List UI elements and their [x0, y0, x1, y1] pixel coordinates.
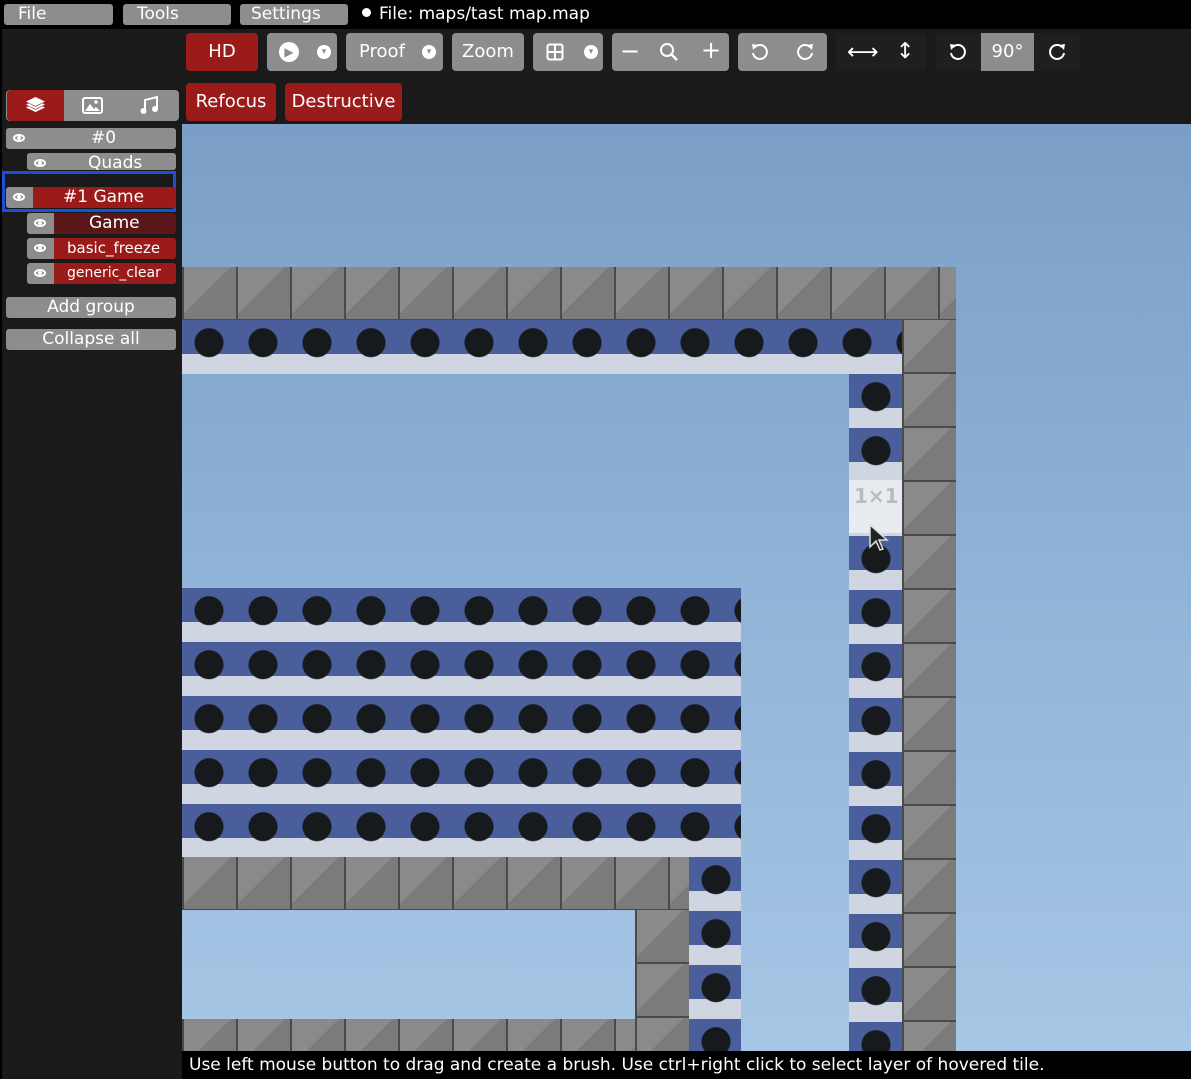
- image-icon: [82, 97, 103, 114]
- unsaved-dot-icon: [362, 7, 371, 17]
- stone-row-top: [182, 267, 956, 320]
- layer-row-quads[interactable]: Quads: [27, 153, 176, 170]
- game-visibility-eye-icon[interactable]: [27, 213, 54, 234]
- stone-column-lower: [635, 910, 689, 1051]
- group-row-0[interactable]: #0: [6, 128, 176, 149]
- mouse-cursor-icon: [869, 523, 889, 551]
- layer-basic-freeze-label: basic_freeze: [67, 239, 161, 257]
- basic-freeze-visibility-eye-icon[interactable]: [27, 238, 54, 259]
- settings-menu-button[interactable]: Settings: [240, 4, 348, 25]
- group-0-label: #0: [91, 128, 117, 148]
- stone-column-right: [902, 320, 956, 1051]
- grid-icon: [546, 43, 564, 61]
- quads-visibility-eye-icon[interactable]: [27, 153, 54, 170]
- freeze-column-lower: [689, 857, 741, 1051]
- rotate-controls: 90°: [936, 33, 1080, 71]
- zoom-out-icon[interactable]: −: [620, 37, 640, 65]
- flip-vertical-icon[interactable]: ↕: [896, 39, 914, 64]
- menu-bar: File Tools Settings File: maps/tast map.…: [0, 0, 1191, 29]
- sidebar: #0 Quads #1 Game Game basic_freeze gener…: [2, 29, 182, 1079]
- layer-row-game[interactable]: Game: [27, 213, 176, 234]
- group-0-visibility-eye-icon[interactable]: [6, 128, 33, 149]
- map-canvas[interactable]: 1×1: [182, 124, 1191, 1051]
- tab-images[interactable]: [64, 90, 121, 121]
- zoom-controls: − +: [612, 33, 729, 71]
- rotation-value[interactable]: 90°: [981, 33, 1034, 71]
- zoom-in-icon[interactable]: +: [701, 36, 721, 64]
- hd-button[interactable]: HD: [186, 33, 258, 71]
- play-icon: ▶: [279, 42, 299, 62]
- layer-row-basic-freeze[interactable]: basic_freeze: [27, 238, 176, 259]
- freeze-row-top: [182, 320, 902, 374]
- status-bar: Use left mouse button to drag and create…: [182, 1051, 1191, 1079]
- hover-size-label: 1×1: [854, 484, 899, 508]
- play-button-group[interactable]: ▶ ▾: [267, 33, 337, 71]
- freeze-column-right: [849, 374, 902, 1051]
- flip-horizontal-icon[interactable]: ⟷: [847, 40, 879, 65]
- tab-layers[interactable]: [7, 90, 64, 121]
- destructive-button[interactable]: Destructive: [285, 83, 402, 121]
- generic-clear-visibility-eye-icon[interactable]: [27, 263, 54, 284]
- proof-button[interactable]: Proof ▾: [346, 33, 443, 71]
- proof-label: Proof: [359, 41, 405, 62]
- collapse-all-button[interactable]: Collapse all: [6, 329, 176, 350]
- tab-sounds[interactable]: [121, 90, 178, 121]
- music-icon: [140, 95, 158, 114]
- rotate-right-icon[interactable]: [1047, 42, 1067, 62]
- rotate-left-icon[interactable]: [948, 42, 968, 62]
- refocus-button[interactable]: Refocus: [186, 83, 276, 121]
- stone-row-bottom: [182, 1019, 635, 1051]
- layer-generic-clear-label: generic_clear: [67, 265, 161, 281]
- chevron-down-icon: ▾: [422, 45, 436, 59]
- layer-row-generic-clear[interactable]: generic_clear: [27, 263, 176, 284]
- toolbar: HD ▶ ▾ Proof ▾ Zoom ▾ − + ⟷ ↕ 90° Refocu…: [182, 29, 1191, 124]
- undo-redo-controls: [738, 33, 827, 71]
- group-1-visibility-eye-icon[interactable]: [6, 187, 33, 208]
- layer-quads-label: Quads: [88, 153, 143, 170]
- file-title: File: maps/tast map.map: [362, 3, 590, 26]
- file-title-text: File: maps/tast map.map: [379, 4, 590, 24]
- magnifier-icon[interactable]: [659, 42, 679, 62]
- layer-game-label: Game: [89, 213, 140, 233]
- stone-row-lower: [182, 857, 689, 910]
- group-1-label: #1 Game: [63, 187, 145, 207]
- zoom-button[interactable]: Zoom: [452, 33, 524, 71]
- freeze-block-lower: [182, 588, 741, 858]
- flip-controls: ⟷ ↕: [836, 33, 926, 71]
- group-row-1[interactable]: #1 Game: [6, 187, 176, 208]
- chevron-down-icon: ▾: [317, 45, 331, 59]
- tools-menu-button[interactable]: Tools: [123, 4, 231, 25]
- chevron-down-icon: ▾: [584, 45, 598, 59]
- add-group-button[interactable]: Add group: [6, 297, 176, 318]
- layers-icon: [26, 97, 45, 112]
- redo-icon[interactable]: [795, 42, 815, 62]
- grid-button-group[interactable]: ▾: [533, 33, 603, 71]
- undo-icon[interactable]: [750, 42, 770, 62]
- file-menu-button[interactable]: File: [4, 4, 113, 25]
